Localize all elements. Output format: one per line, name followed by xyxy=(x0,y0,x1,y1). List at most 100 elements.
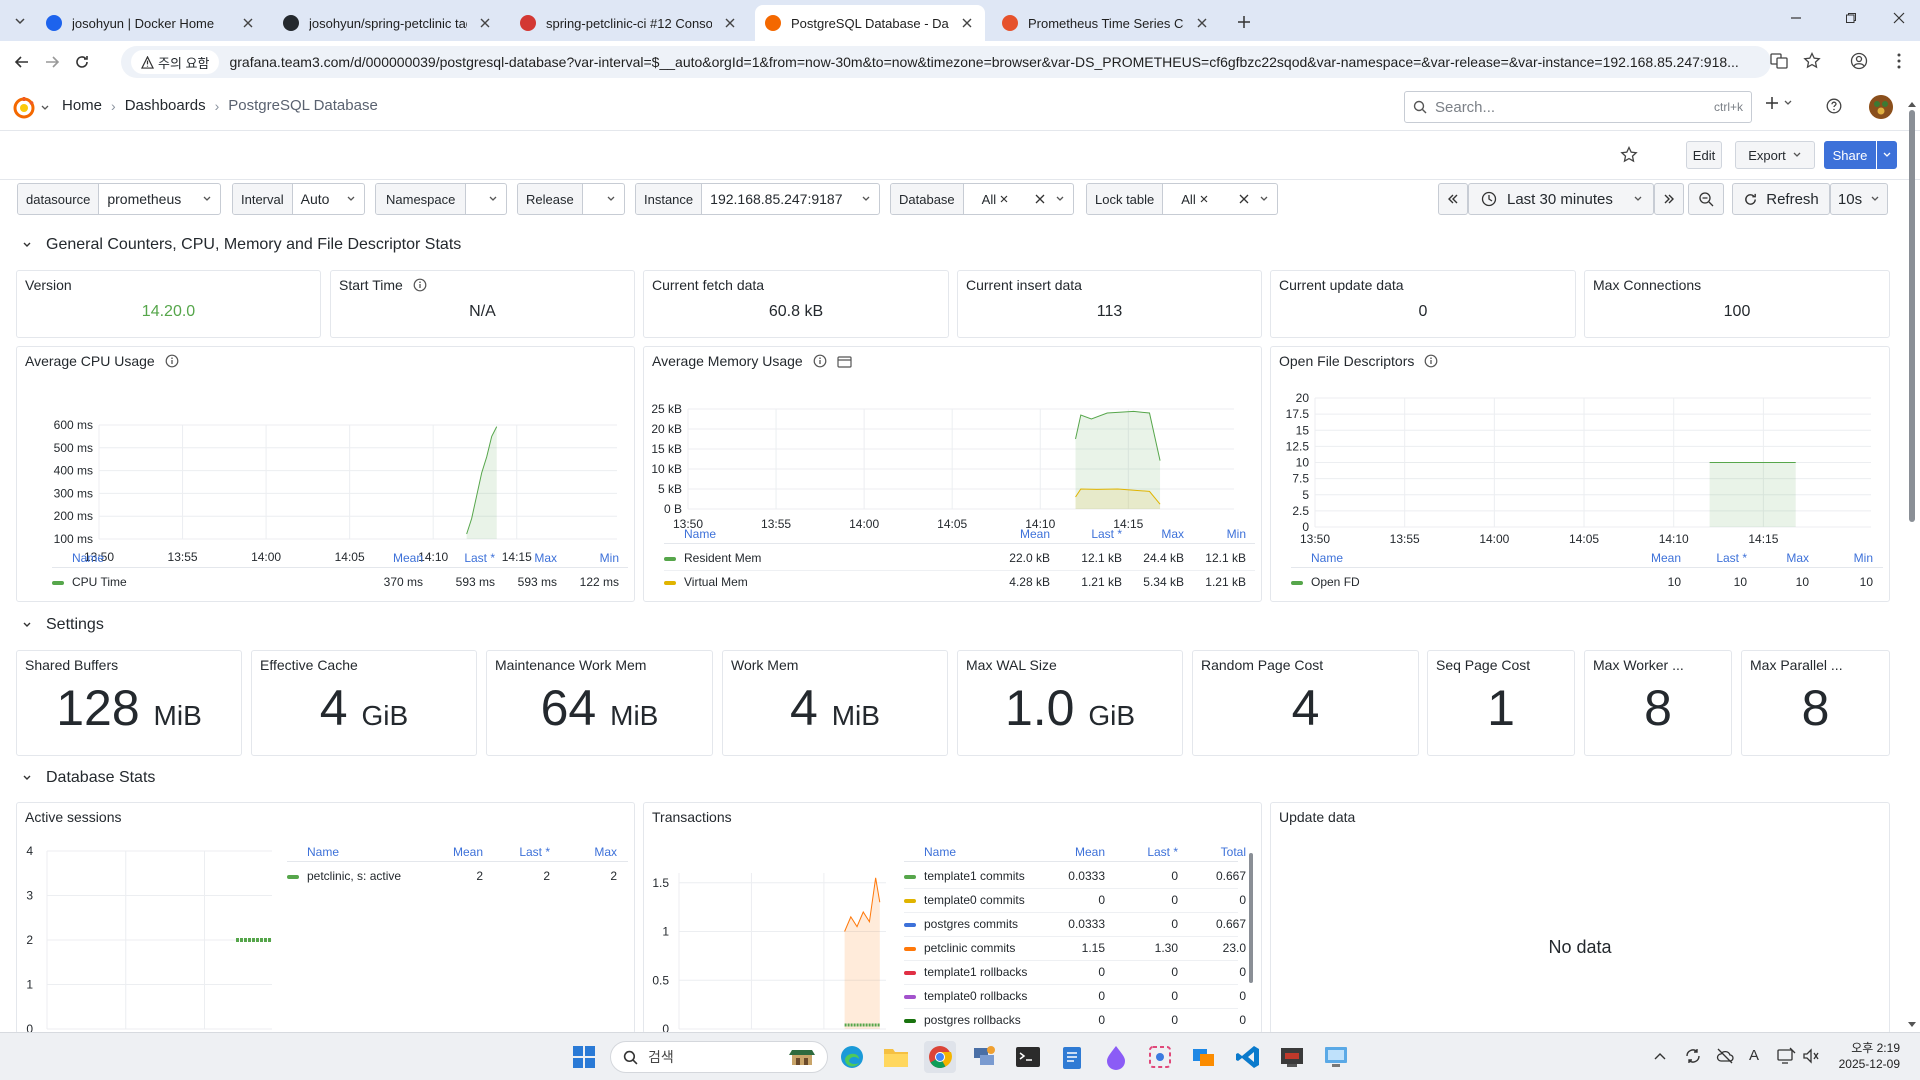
remote-desktop-icon[interactable] xyxy=(1188,1041,1220,1073)
zoom-out-button[interactable] xyxy=(1688,183,1724,215)
variable-lock-table[interactable]: Lock table All xyxy=(1086,183,1278,215)
legend-scrollbar[interactable] xyxy=(1247,845,1253,1015)
info-icon[interactable] xyxy=(1424,354,1438,368)
legend-header-last[interactable]: Last * xyxy=(435,551,495,565)
legend-header-name[interactable]: Name xyxy=(1311,551,1343,565)
url-text[interactable]: grafana.team3.com/d/000000039/postgresql… xyxy=(229,54,1771,70)
legend-header-total[interactable]: Total xyxy=(1186,845,1246,859)
profile-icon[interactable] xyxy=(1850,52,1870,72)
translate-icon[interactable] xyxy=(1770,52,1790,72)
legend-header-mean[interactable]: Mean xyxy=(1621,551,1681,565)
legend-header-last[interactable]: Last * xyxy=(490,845,550,859)
file-explorer-icon[interactable] xyxy=(880,1041,912,1073)
legend-header-name[interactable]: Name xyxy=(684,527,716,541)
legend-row[interactable]: Open FD xyxy=(1291,575,1360,589)
stat-panel-current-fetch[interactable]: Current fetch data 60.8 kB xyxy=(643,270,949,338)
refresh-interval-picker[interactable]: 10s xyxy=(1830,183,1888,215)
browser-tab[interactable]: PostgreSQL Database - Dashb xyxy=(755,5,985,41)
legend-row[interactable]: postgres rollbacks xyxy=(904,1013,1021,1027)
info-icon[interactable] xyxy=(165,354,179,368)
browser-tab[interactable]: Prometheus Time Series Colle xyxy=(992,5,1220,41)
forward-button[interactable] xyxy=(38,48,66,76)
share-dropdown-button[interactable] xyxy=(1877,141,1897,169)
clear-icon[interactable] xyxy=(1035,194,1045,204)
legend-header-last[interactable]: Last * xyxy=(1687,551,1747,565)
legend-row[interactable]: CPU Time xyxy=(52,575,127,589)
time-shift-back-button[interactable] xyxy=(1438,183,1468,215)
variable-datasource[interactable]: datasource prometheus xyxy=(17,183,221,215)
active-sessions-chart[interactable]: 43210 xyxy=(17,839,277,1033)
settings-stat-panel[interactable]: Seq Page Cost 1 xyxy=(1427,650,1575,756)
legend-header-min[interactable]: Min xyxy=(1813,551,1873,565)
app-icon-game[interactable] xyxy=(1276,1041,1308,1073)
legend-header-mean[interactable]: Mean xyxy=(1045,845,1105,859)
variable-instance[interactable]: Instance 192.168.85.247:9187 xyxy=(635,183,880,215)
chrome-icon[interactable] xyxy=(924,1041,956,1073)
time-shift-forward-button[interactable] xyxy=(1654,183,1684,215)
legend-row[interactable]: Virtual Mem xyxy=(664,575,748,589)
legend-row[interactable]: Resident Mem xyxy=(664,551,761,565)
variable-chip-all[interactable]: All xyxy=(1181,192,1208,207)
variable-interval[interactable]: Interval Auto xyxy=(232,183,365,215)
back-button[interactable] xyxy=(8,48,36,76)
legend-header-min[interactable]: Min xyxy=(1186,527,1246,541)
legend-row[interactable]: petclinic, s: active xyxy=(287,869,401,883)
grafana-search-input[interactable]: Search... ctrl+k xyxy=(1404,91,1752,123)
app-icon-monitor[interactable] xyxy=(1320,1041,1352,1073)
variable-release[interactable]: Release xyxy=(517,183,625,215)
stat-panel-version[interactable]: Version 14.20.0 xyxy=(16,270,321,338)
add-new-button[interactable] xyxy=(1765,96,1793,110)
new-tab-button[interactable] xyxy=(1232,10,1256,34)
favorite-star-icon[interactable] xyxy=(1620,146,1638,164)
user-avatar[interactable] xyxy=(1869,95,1893,119)
legend-row[interactable]: template0 commits xyxy=(904,893,1025,907)
library-panel-icon[interactable] xyxy=(837,355,852,368)
browser-tab[interactable]: spring-petclinic-ci #12 Console xyxy=(510,5,748,41)
settings-stat-panel[interactable]: Random Page Cost 4 xyxy=(1192,650,1419,756)
legend-header-mean[interactable]: Mean xyxy=(363,551,423,565)
tray-chevron-up-icon[interactable] xyxy=(1654,1051,1666,1061)
transactions-chart[interactable]: 1.510.50 xyxy=(644,839,894,1033)
legend-header-last[interactable]: Last * xyxy=(1062,527,1122,541)
variable-chip-all[interactable]: All xyxy=(982,192,1008,207)
legend-row[interactable]: template1 rollbacks xyxy=(904,965,1027,979)
notepad-icon[interactable] xyxy=(1056,1041,1088,1073)
timeseries-panel-transactions[interactable]: Transactions 1.5 1 0.5 0 Name Mean Last * Tota… xyxy=(643,802,1262,1034)
share-button[interactable]: Share xyxy=(1824,141,1876,169)
stat-panel-max-connections[interactable]: Max Connections 100 xyxy=(1584,270,1890,338)
clear-icon[interactable] xyxy=(1239,194,1249,204)
grafana-logo-icon[interactable] xyxy=(12,96,50,120)
app-icon-network[interactable] xyxy=(968,1041,1000,1073)
start-menu-icon[interactable] xyxy=(568,1041,600,1073)
browser-menu-icon[interactable] xyxy=(1890,52,1910,72)
refresh-button[interactable]: Refresh xyxy=(1732,183,1830,215)
legend-row[interactable]: template1 commits xyxy=(904,869,1025,883)
info-icon[interactable] xyxy=(813,354,827,368)
tray-sync-icon[interactable] xyxy=(1684,1047,1702,1065)
remove-icon[interactable] xyxy=(1200,195,1208,203)
legend-header-last[interactable]: Last * xyxy=(1118,845,1178,859)
settings-stat-panel[interactable]: Shared Buffers 128 MiB xyxy=(16,650,242,756)
variable-namespace[interactable]: Namespace xyxy=(375,183,507,215)
reload-button[interactable] xyxy=(68,48,96,76)
scroll-up-icon[interactable] xyxy=(1907,100,1917,108)
row-header-database-stats[interactable]: Database Stats xyxy=(22,769,155,787)
address-bar[interactable]: 주의 요함 grafana.team3.com/d/000000039/post… xyxy=(121,46,1771,78)
settings-stat-panel[interactable]: Effective Cache 4 GiB xyxy=(251,650,477,756)
edit-button[interactable]: Edit xyxy=(1686,141,1722,169)
legend-header-name[interactable]: Name xyxy=(307,845,339,859)
remove-icon[interactable] xyxy=(1000,195,1008,203)
panel-update-data[interactable]: Update data No data xyxy=(1270,802,1890,1034)
timeseries-panel-memory[interactable]: Average Memory Usage 25 kB 20 kB 15 kB 10 k… xyxy=(643,346,1262,602)
close-tab-icon[interactable] xyxy=(959,15,975,31)
settings-stat-panel[interactable]: Work Mem 4 MiB xyxy=(722,650,948,756)
timeseries-panel-fd[interactable]: Open File Descriptors 20 17.5 15 12.5 10 7.5 5… xyxy=(1270,346,1890,602)
legend-row[interactable]: petclinic commits xyxy=(904,941,1015,955)
settings-stat-panel[interactable]: Max Worker ... 8 xyxy=(1584,650,1732,756)
restore-button[interactable] xyxy=(1845,12,1865,32)
stat-panel-current-insert[interactable]: Current insert data 113 xyxy=(957,270,1262,338)
close-tab-icon[interactable] xyxy=(240,15,256,31)
tray-volume-icon[interactable] xyxy=(1802,1047,1820,1065)
row-header-settings[interactable]: Settings xyxy=(22,616,104,634)
taskbar-search-box[interactable]: 검색 xyxy=(610,1041,828,1073)
